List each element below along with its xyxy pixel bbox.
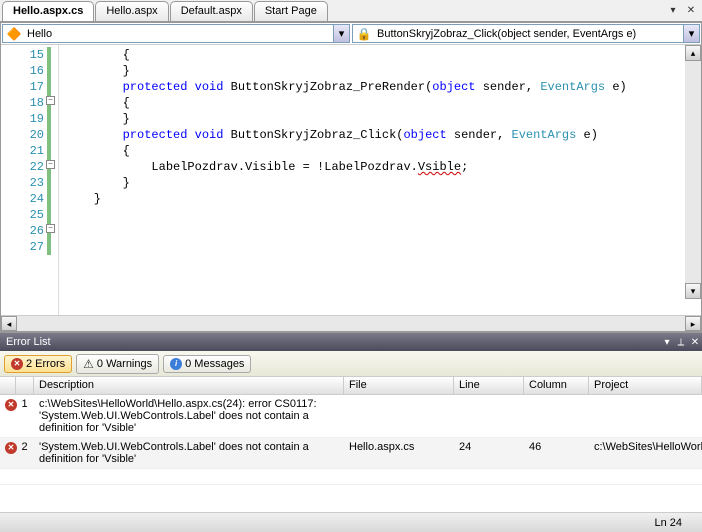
editor-body[interactable]: 15 16 17 18 19 20 21 22 23 24 25 26 27 −… <box>1 45 701 315</box>
scroll-up-icon[interactable]: ▴ <box>685 45 701 61</box>
code-text[interactable]: { } protected void ButtonSkryjZobraz_Pre… <box>59 45 701 315</box>
tab-close-icon[interactable]: ✕ <box>684 4 698 18</box>
outline-collapse-icon[interactable]: − <box>46 160 55 169</box>
tab-hello-cs[interactable]: Hello.aspx.cs <box>2 1 94 21</box>
empty-row <box>0 469 702 485</box>
class-name: Hello <box>25 28 333 40</box>
col-column[interactable]: Column <box>524 377 589 394</box>
document-tabs: Hello.aspx.cs Hello.aspx Default.aspx St… <box>0 0 702 22</box>
navigation-bar: 🔶 Hello ▾ 🔒 ButtonSkryjZobraz_Click(obje… <box>1 23 701 45</box>
filter-warnings-button[interactable]: ⚠ 0 Warnings <box>76 354 159 374</box>
scroll-left-icon[interactable]: ◂ <box>1 316 17 331</box>
error-grid: Description File Line Column Project ✕ 1… <box>0 377 702 512</box>
filter-messages-button[interactable]: i 0 Messages <box>163 355 251 373</box>
tab-start-page[interactable]: Start Page <box>254 1 328 21</box>
scroll-right-icon[interactable]: ▸ <box>685 316 701 331</box>
error-row[interactable]: ✕ 2 'System.Web.UI.WebControls.Label' do… <box>0 438 702 469</box>
error-row[interactable]: ✕ 1 c:\WebSites\HelloWorld\Hello.aspx.cs… <box>0 395 702 438</box>
error-squiggle: Vsible <box>418 160 461 174</box>
line-gutter: 15 16 17 18 19 20 21 22 23 24 25 26 27 −… <box>1 45 59 315</box>
error-filter-toolbar: ✕ 2 Errors ⚠ 0 Warnings i 0 Messages <box>0 351 702 377</box>
code-editor: 🔶 Hello ▾ 🔒 ButtonSkryjZobraz_Click(obje… <box>0 22 702 332</box>
info-icon: i <box>170 358 182 370</box>
horizontal-scrollbar[interactable]: ◂ ▸ <box>1 315 701 331</box>
error-list-titlebar: Error List ▾ ⟂ ✕ <box>0 333 702 351</box>
tab-dropdown-icon[interactable]: ▾ <box>666 4 680 18</box>
class-selector[interactable]: 🔶 Hello ▾ <box>2 24 350 43</box>
vertical-scrollbar[interactable]: ▴ ▾ <box>685 45 701 299</box>
col-description[interactable]: Description <box>34 377 344 394</box>
col-file[interactable]: File <box>344 377 454 394</box>
status-bar: Ln 24 <box>0 512 702 532</box>
filter-errors-button[interactable]: ✕ 2 Errors <box>4 355 72 373</box>
outline-collapse-icon[interactable]: − <box>46 224 55 233</box>
error-list-panel: Error List ▾ ⟂ ✕ ✕ 2 Errors ⚠ 0 Warnings… <box>0 332 702 512</box>
method-name: ButtonSkryjZobraz_Click(object sender, E… <box>375 28 683 40</box>
error-icon: ✕ <box>11 358 23 370</box>
grid-header: Description File Line Column Project <box>0 377 702 395</box>
close-icon[interactable]: ✕ <box>688 337 702 348</box>
status-line: Ln 24 <box>654 517 682 529</box>
class-icon: 🔶 <box>6 26 22 42</box>
method-selector[interactable]: 🔒 ButtonSkryjZobraz_Click(object sender,… <box>352 24 700 43</box>
window-position-icon[interactable]: ▾ <box>660 337 674 348</box>
warning-icon: ⚠ <box>83 357 94 371</box>
scroll-down-icon[interactable]: ▾ <box>685 283 701 299</box>
tab-default-aspx[interactable]: Default.aspx <box>170 1 253 21</box>
chevron-down-icon[interactable]: ▾ <box>333 25 349 42</box>
pin-icon[interactable]: ⟂ <box>674 337 688 348</box>
col-line[interactable]: Line <box>454 377 524 394</box>
tab-hello-aspx[interactable]: Hello.aspx <box>95 1 168 21</box>
col-project[interactable]: Project <box>589 377 702 394</box>
outline-collapse-icon[interactable]: − <box>46 96 55 105</box>
method-icon: 🔒 <box>356 26 372 42</box>
error-list-title: Error List <box>6 336 51 348</box>
chevron-down-icon[interactable]: ▾ <box>683 25 699 42</box>
